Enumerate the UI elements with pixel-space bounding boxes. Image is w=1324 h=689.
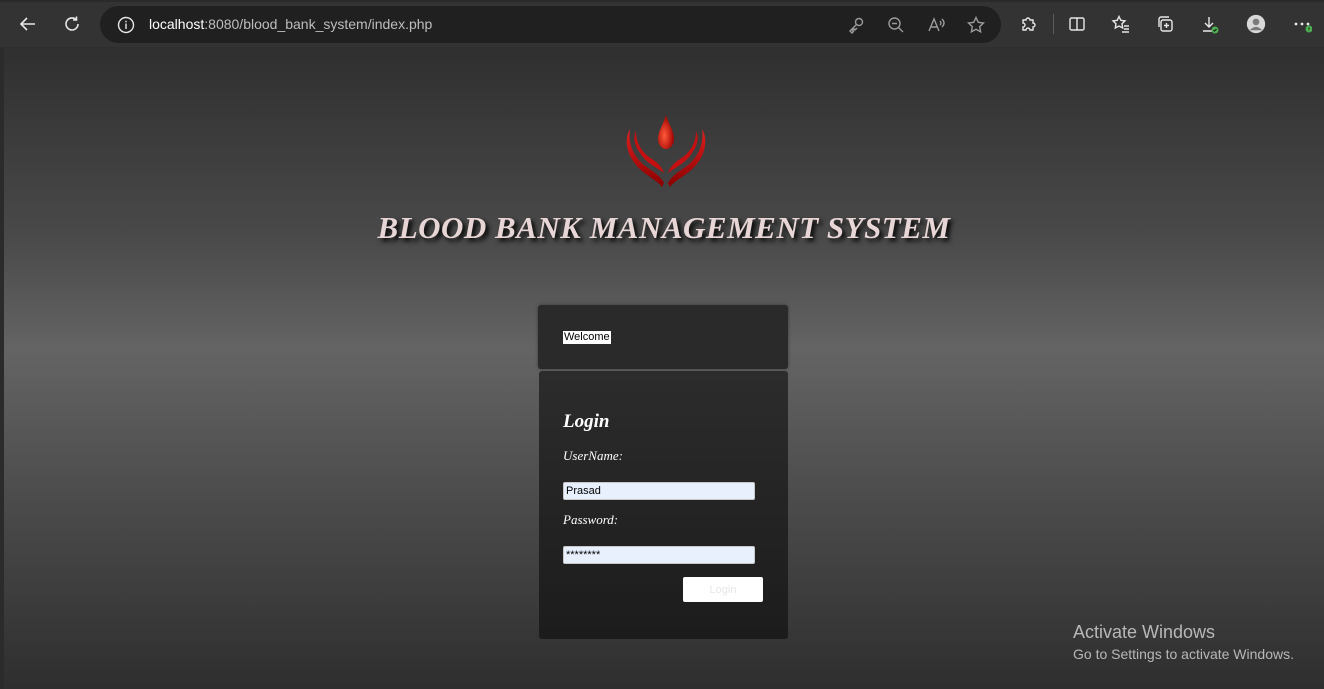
key-icon[interactable] [846, 15, 866, 35]
browser-toolbar: localhost:8080/blood_bank_system/index.p… [0, 0, 1324, 47]
page-title: BLOOD BANK MANAGEMENT SYSTEM [377, 210, 951, 245]
url-path: :8080/blood_bank_system/index.php [204, 16, 433, 32]
back-icon[interactable] [12, 8, 44, 40]
extensions-icon[interactable] [1013, 8, 1045, 40]
favorite-star-icon[interactable] [966, 15, 986, 35]
zoom-out-icon[interactable] [886, 15, 906, 35]
url-host: localhost [149, 16, 205, 32]
welcome-text: Welcome [563, 331, 611, 344]
password-label: Password: [563, 512, 619, 527]
username-input[interactable] [563, 482, 755, 500]
tab-strip-edge [0, 0, 1324, 2]
watermark-title: Activate Windows [1073, 622, 1216, 642]
collections-icon[interactable] [1149, 8, 1181, 40]
info-icon[interactable] [116, 15, 136, 35]
more-icon[interactable] [1286, 8, 1318, 40]
downloads-icon[interactable] [1193, 8, 1225, 40]
split-screen-icon[interactable] [1061, 8, 1093, 40]
favorites-icon[interactable] [1105, 8, 1137, 40]
read-aloud-icon[interactable] [926, 15, 946, 35]
login-button[interactable]: Login [683, 577, 763, 602]
welcome-panel: Welcome [538, 305, 788, 369]
toolbar-separator [1053, 14, 1054, 34]
watermark-subtitle: Go to Settings to activate Windows. [1073, 646, 1294, 662]
username-label: UserName: [563, 448, 623, 463]
login-panel: Login UserName: Password: Login [539, 371, 788, 639]
password-input[interactable] [563, 546, 755, 564]
blood-drop-hands-logo [626, 115, 706, 187]
page-viewport: BLOOD BANK MANAGEMENT SYSTEM Welcome Log… [4, 47, 1324, 689]
profile-avatar-icon[interactable] [1240, 8, 1272, 40]
windows-activation-watermark: Activate Windows Go to Settings to activ… [1073, 621, 1294, 663]
login-heading: Login [563, 411, 610, 432]
url-text[interactable]: localhost:8080/blood_bank_system/index.p… [149, 16, 432, 32]
address-bar[interactable]: localhost:8080/blood_bank_system/index.p… [100, 6, 1001, 43]
refresh-icon[interactable] [56, 8, 88, 40]
